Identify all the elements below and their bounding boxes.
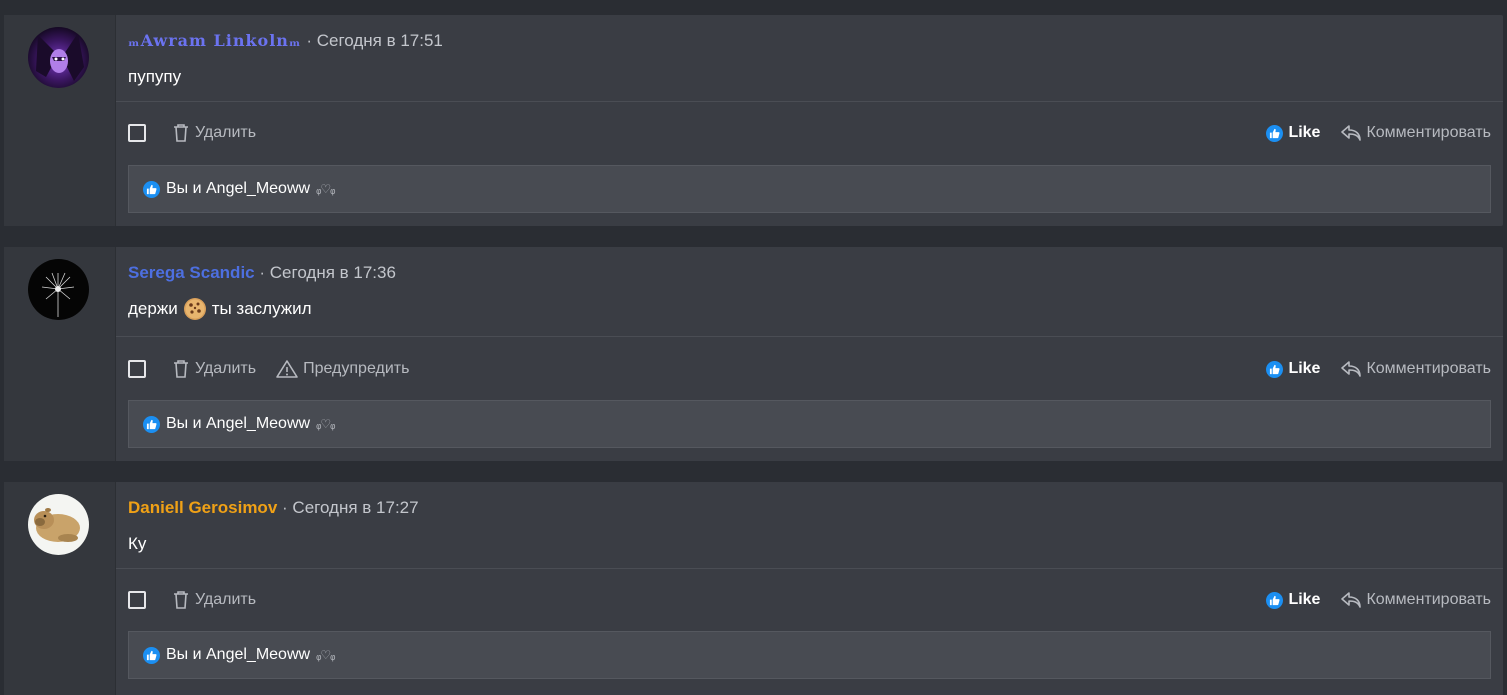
likes-summary[interactable]: Вы и Angel_Meoww ᵩ♡ᵩ [128, 400, 1491, 448]
reply-icon [1341, 361, 1362, 377]
delete-button[interactable]: Удалить [172, 359, 256, 379]
select-checkbox[interactable] [128, 591, 146, 609]
author-name[interactable]: Serega Scandic [128, 263, 255, 282]
avatar-column [4, 247, 116, 461]
like-button[interactable]: Like [1266, 591, 1320, 609]
likes-text: Вы и Angel_Meoww [166, 180, 311, 197]
comment-actions: Удалить Like Комментировать [128, 588, 1491, 612]
select-checkbox[interactable] [128, 124, 146, 142]
comment-text-content: Ку [128, 534, 147, 553]
warn-label: Предупредить [303, 360, 410, 377]
comment-text-after: ты заслужил [211, 299, 312, 318]
divider [116, 336, 1503, 337]
avatar-purple-character-icon [28, 27, 89, 88]
timestamp[interactable]: Сегодня в 17:27 [292, 498, 418, 517]
avatar-capybara-icon [28, 494, 89, 555]
select-checkbox[interactable] [128, 360, 146, 378]
trash-icon [174, 591, 188, 609]
timestamp[interactable]: Сегодня в 17:51 [317, 31, 443, 50]
thumbs-up-icon [143, 180, 160, 198]
comment-label: Комментировать [1366, 360, 1491, 377]
author-name[interactable]: Daniell Gerosimov [128, 498, 277, 517]
reply-icon [1341, 125, 1362, 141]
comment-content: ₘAwram Linkolnₘ · Сегодня в 17:51 пупупу… [116, 15, 1503, 226]
thumbs-up-icon [1266, 124, 1284, 142]
divider [116, 568, 1503, 569]
likes-decoration: ᵩ♡ᵩ [316, 648, 335, 662]
delete-label: Удалить [195, 124, 257, 141]
comment-actions: Удалить Предупредить Like Комментировать [128, 357, 1491, 381]
comment-content: Serega Scandic · Сегодня в 17:36 держи т… [116, 247, 1503, 461]
thumbs-up-icon [1266, 591, 1284, 609]
thumbs-up-icon [143, 415, 160, 433]
like-label: Like [1288, 591, 1321, 608]
comment-post: ₘAwram Linkolnₘ · Сегодня в 17:51 пупупу… [4, 15, 1503, 226]
like-button[interactable]: Like [1266, 360, 1320, 378]
separator: · [259, 263, 266, 282]
thumbs-up-icon [143, 646, 160, 664]
likes-text: Вы и Angel_Meoww [166, 415, 311, 432]
comment-label: Комментировать [1366, 124, 1491, 141]
comment-label: Комментировать [1366, 591, 1491, 608]
likes-summary[interactable]: Вы и Angel_Meoww ᵩ♡ᵩ [128, 165, 1491, 213]
separator: · [282, 498, 288, 517]
cookie-emoji-icon [183, 298, 206, 320]
delete-label: Удалить [195, 591, 257, 608]
avatar-column [4, 15, 116, 226]
comment-actions: Удалить Like Комментировать [128, 121, 1491, 145]
avatar[interactable] [28, 259, 89, 320]
comment-post: Serega Scandic · Сегодня в 17:36 держи т… [4, 247, 1503, 461]
likes-decoration: ᵩ♡ᵩ [316, 182, 335, 196]
comment-header: ₘAwram Linkolnₘ · Сегодня в 17:51 [128, 31, 443, 51]
delete-label: Удалить [195, 360, 257, 377]
like-label: Like [1288, 360, 1321, 377]
delete-button[interactable]: Удалить [172, 590, 256, 610]
comment-button[interactable]: Комментировать [1340, 359, 1491, 379]
comment-text: держи ты заслужил [128, 297, 312, 321]
comment-text-before: держи [128, 299, 178, 318]
like-button[interactable]: Like [1266, 124, 1320, 142]
author-name[interactable]: ₘAwram Linkolnₘ [128, 31, 302, 50]
comment-feed: ₘAwram Linkolnₘ · Сегодня в 17:51 пупупу… [0, 0, 1507, 695]
comment-header: Daniell Gerosimov · Сегодня в 17:27 [128, 498, 419, 518]
separator: · [306, 31, 312, 50]
avatar-dandelion-icon [28, 259, 89, 320]
avatar[interactable] [28, 27, 89, 88]
likes-text: Вы и Angel_Meoww [166, 646, 311, 663]
comment-button[interactable]: Комментировать [1340, 590, 1491, 610]
comment-text: пупупу [128, 67, 181, 87]
avatar-column [4, 482, 116, 695]
comment-text: Ку [128, 534, 146, 554]
comment-button[interactable]: Комментировать [1340, 123, 1491, 143]
avatar[interactable] [28, 494, 89, 555]
comment-text-content: пупупу [128, 67, 182, 86]
thumbs-up-icon [1266, 360, 1284, 378]
reply-icon [1341, 592, 1362, 608]
like-label: Like [1288, 124, 1321, 141]
comment-header: Serega Scandic · Сегодня в 17:36 [128, 263, 396, 283]
likes-summary[interactable]: Вы и Angel_Meoww ᵩ♡ᵩ [128, 631, 1491, 679]
warning-icon [276, 360, 298, 378]
comment-post: Daniell Gerosimov · Сегодня в 17:27 Ку У… [4, 482, 1503, 695]
likes-decoration: ᵩ♡ᵩ [316, 417, 335, 431]
trash-icon [174, 124, 188, 142]
timestamp[interactable]: Сегодня в 17:36 [270, 263, 396, 282]
delete-button[interactable]: Удалить [172, 123, 256, 143]
trash-icon [174, 360, 188, 378]
warn-button[interactable]: Предупредить [276, 359, 409, 379]
comment-content: Daniell Gerosimov · Сегодня в 17:27 Ку У… [116, 482, 1503, 695]
divider [116, 101, 1503, 102]
